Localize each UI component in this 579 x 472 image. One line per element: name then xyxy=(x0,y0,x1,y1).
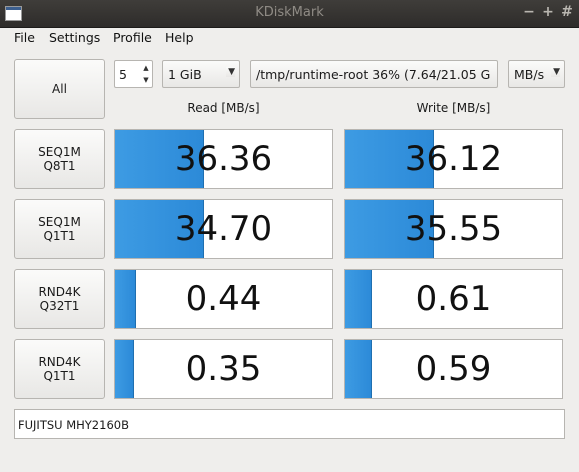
menu-profile[interactable]: Profile xyxy=(113,30,152,45)
write-value-0: 36.12 xyxy=(404,139,503,179)
minimize-icon[interactable]: − xyxy=(521,4,537,21)
read-value-2: 0.44 xyxy=(185,279,262,319)
device-name: FUJITSU MHY2160B xyxy=(18,418,129,432)
write-result-0: 36.12 xyxy=(344,129,563,189)
write-value-2: 0.61 xyxy=(415,279,492,319)
spin-up-arrow-icon[interactable]: ▲ xyxy=(140,62,152,74)
read-result-3: 0.35 xyxy=(114,339,333,399)
test-button-1[interactable]: SEQ1M Q1T1 xyxy=(14,199,105,259)
path-value: /tmp/runtime-root 36% (7.64/21.05 G xyxy=(256,67,491,82)
read-value-0: 36.36 xyxy=(174,139,273,179)
menu-file[interactable]: File xyxy=(14,30,35,45)
maximize-icon[interactable]: + xyxy=(540,4,556,21)
write-column-header: Write [MB/s] xyxy=(416,101,491,115)
size-value: 1 GiB xyxy=(168,67,202,82)
loops-value: 5 xyxy=(119,67,127,82)
write-result-1: 35.55 xyxy=(344,199,563,259)
write-result-2: 0.61 xyxy=(344,269,563,329)
read-result-2: 0.44 xyxy=(114,269,333,329)
menu-bar: File Settings Profile Help xyxy=(0,28,579,48)
test-button-0[interactable]: SEQ1M Q8T1 xyxy=(14,129,105,189)
device-field[interactable]: FUJITSU MHY2160B xyxy=(14,409,565,439)
path-combo[interactable]: /tmp/runtime-root 36% (7.64/21.05 G xyxy=(250,60,498,88)
read-value-1: 34.70 xyxy=(174,209,273,249)
menu-help[interactable]: Help xyxy=(165,30,194,45)
all-button[interactable]: All xyxy=(14,59,105,119)
chevron-down-icon: ▼ xyxy=(226,67,235,77)
read-column-header: Read [MB/s] xyxy=(187,101,260,115)
chevron-down-icon: ▼ xyxy=(551,67,560,77)
unit-combo[interactable]: MB/s ▼ xyxy=(508,60,565,88)
test-button-2[interactable]: RND4K Q32T1 xyxy=(14,269,105,329)
spin-down-arrow-icon[interactable]: ▼ xyxy=(140,74,152,86)
write-value-1: 35.55 xyxy=(404,209,503,249)
size-combo[interactable]: 1 GiB ▼ xyxy=(162,60,240,88)
title-bar[interactable]: KDiskMark − + # xyxy=(0,0,579,28)
kdiskmark-window: KDiskMark − + # File Settings Profile He… xyxy=(0,0,579,472)
close-icon[interactable]: # xyxy=(559,4,575,21)
read-value-3: 0.35 xyxy=(185,349,262,389)
unit-value: MB/s xyxy=(514,67,545,82)
loops-spinbox[interactable]: 5 ▲ ▼ xyxy=(114,60,153,88)
test-button-3[interactable]: RND4K Q1T1 xyxy=(14,339,105,399)
write-value-3: 0.59 xyxy=(415,349,492,389)
menu-settings[interactable]: Settings xyxy=(49,30,100,45)
read-result-0: 36.36 xyxy=(114,129,333,189)
write-result-3: 0.59 xyxy=(344,339,563,399)
window-title: KDiskMark xyxy=(255,5,324,20)
read-result-1: 34.70 xyxy=(114,199,333,259)
